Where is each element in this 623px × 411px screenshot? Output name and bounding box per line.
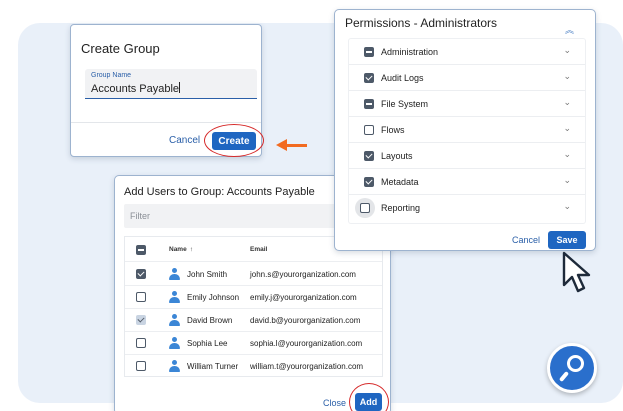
permission-checkbox[interactable]: [364, 99, 374, 109]
permission-item[interactable]: Administration ⌄: [349, 39, 585, 65]
user-email: william.t@yourorganization.com: [250, 362, 364, 371]
user-icon: [169, 360, 180, 372]
save-button[interactable]: Save: [548, 231, 586, 249]
user-icon: [169, 337, 180, 349]
chevron-down-icon[interactable]: ⌄: [563, 149, 571, 160]
user-name: Emily Johnson: [187, 293, 240, 302]
sort-ascending-icon: ↑: [189, 246, 193, 253]
permission-item[interactable]: Metadata ⌄: [349, 169, 585, 195]
user-name: David Brown: [187, 316, 233, 325]
highlight-circle: [204, 124, 264, 157]
user-icon: [169, 268, 180, 280]
permission-item[interactable]: Audit Logs ⌄: [349, 65, 585, 91]
user-email: sophia.l@yourorganization.com: [250, 339, 363, 348]
group-name-input[interactable]: Accounts Payable: [91, 82, 181, 95]
permission-item[interactable]: Layouts ⌄: [349, 143, 585, 169]
table-row[interactable]: David Brown david.b@yourorganization.com: [125, 309, 382, 332]
column-header-email[interactable]: Email: [250, 246, 267, 253]
magnifier-ring: [567, 355, 584, 372]
chevron-down-icon[interactable]: ⌄: [563, 45, 571, 56]
user-email: emily.j@yourorganization.com: [250, 293, 357, 302]
row-checkbox[interactable]: [136, 292, 146, 302]
permission-checkbox[interactable]: [360, 203, 370, 213]
user-name: John Smith: [187, 270, 228, 279]
table-row[interactable]: John Smith john.s@yourorganization.com: [125, 263, 382, 286]
permission-label: Flows: [381, 125, 405, 135]
permission-checkbox[interactable]: [364, 177, 374, 187]
user-name: William Turner: [187, 362, 239, 371]
chevron-down-icon[interactable]: ⌄: [563, 97, 571, 108]
group-name-label: Group Name: [91, 72, 132, 79]
cancel-button[interactable]: Cancel: [512, 235, 540, 245]
permissions-dialog: Permissions - Administrators ︽ Administr…: [334, 9, 596, 251]
group-name-field[interactable]: Group Name Accounts Payable: [85, 69, 257, 99]
chevron-down-icon[interactable]: ⌄: [563, 201, 571, 212]
close-button[interactable]: Close: [323, 398, 346, 408]
users-table: Name ↑ Email John Smith john.s@yourorgani…: [124, 236, 383, 377]
permission-item[interactable]: Flows ⌄: [349, 117, 585, 143]
magnifier-handle: [558, 371, 570, 382]
permission-item[interactable]: File System ⌄: [349, 91, 585, 117]
permission-checkbox[interactable]: [364, 47, 374, 57]
permission-list: Administration ⌄ Audit Logs ⌄ File Syste…: [349, 39, 585, 223]
permissions-title: Permissions - Administrators: [345, 16, 498, 30]
column-header-name[interactable]: Name ↑: [169, 246, 193, 253]
permission-checkbox[interactable]: [364, 73, 374, 83]
user-email: david.b@yourorganization.com: [250, 316, 361, 325]
user-icon: [169, 314, 180, 326]
row-checkbox[interactable]: [136, 315, 146, 325]
row-checkbox[interactable]: [136, 361, 146, 371]
cancel-button[interactable]: Cancel: [169, 135, 200, 146]
permission-label: Layouts: [381, 151, 413, 161]
permission-label: Audit Logs: [381, 73, 424, 83]
double-chevron-up-icon[interactable]: ︽: [565, 23, 574, 36]
permission-label: File System: [381, 99, 429, 109]
permission-label: Administration: [381, 47, 439, 57]
chevron-down-icon[interactable]: ⌄: [563, 123, 571, 134]
permission-checkbox[interactable]: [364, 125, 374, 135]
row-checkbox[interactable]: [136, 338, 146, 348]
arrow-shaft: [285, 144, 307, 147]
select-all-checkbox[interactable]: [136, 245, 146, 255]
permission-checkbox[interactable]: [364, 151, 374, 161]
user-icon: [169, 291, 180, 303]
filter-placeholder: Filter: [130, 211, 150, 221]
table-row[interactable]: Sophia Lee sophia.l@yourorganization.com: [125, 332, 382, 355]
row-checkbox[interactable]: [136, 269, 146, 279]
create-group-title: Create Group: [81, 41, 160, 56]
chevron-down-icon[interactable]: ⌄: [563, 71, 571, 82]
permission-item[interactable]: Reporting ⌄: [349, 195, 585, 221]
permission-label: Reporting: [381, 203, 421, 213]
add-users-title: Add Users to Group: Accounts Payable: [124, 186, 315, 198]
permission-label: Metadata: [381, 177, 419, 187]
highlight-circle: [349, 383, 389, 411]
text-caret: [179, 82, 181, 93]
group-name-value: Accounts Payable: [91, 83, 180, 95]
mouse-pointer-icon: [562, 251, 591, 293]
table-row[interactable]: Emily Johnson emily.j@yourorganization.c…: [125, 286, 382, 309]
chevron-down-icon[interactable]: ⌄: [563, 175, 571, 186]
table-row[interactable]: William Turner william.t@yourorganizatio…: [125, 355, 382, 378]
search-icon[interactable]: [547, 343, 597, 393]
user-name: Sophia Lee: [187, 339, 228, 348]
user-email: john.s@yourorganization.com: [250, 270, 356, 279]
dialog-divider: [71, 122, 261, 123]
create-group-dialog: Create Group Group Name Accounts Payable…: [70, 24, 264, 157]
